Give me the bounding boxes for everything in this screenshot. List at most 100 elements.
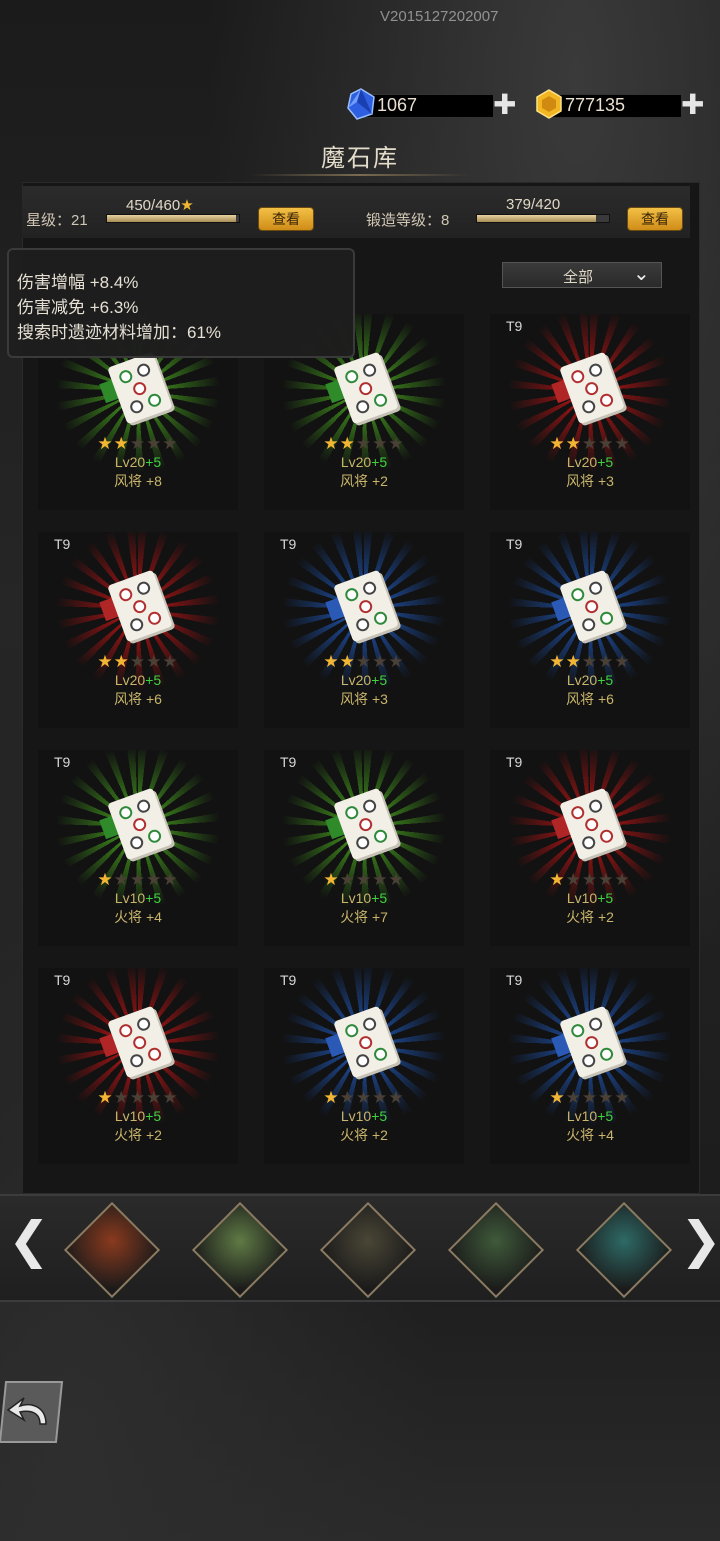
- forge-level-label: 锻造等级：8: [366, 212, 450, 229]
- star-rating: ★★★★★: [490, 1088, 690, 1108]
- star-filled-icon: ★: [323, 652, 340, 671]
- item-effect: 火将 +4: [114, 909, 162, 925]
- gold-gem-icon: [536, 89, 562, 119]
- star-view-button[interactable]: 查看: [258, 207, 314, 231]
- item-level: Lv10+5: [114, 890, 162, 906]
- mountain-zone[interactable]: [191, 1201, 289, 1299]
- add-gold-button[interactable]: ✚: [681, 91, 704, 119]
- star-empty-icon: ★: [598, 870, 615, 889]
- gold-counter: 777135 ✚: [533, 88, 713, 122]
- star-empty-icon: ★: [581, 870, 599, 889]
- volcano-zone[interactable]: [63, 1201, 161, 1299]
- next-zone-arrow[interactable]: ❯: [680, 1210, 720, 1270]
- tier-label: T9: [506, 972, 523, 988]
- tier-label: T9: [280, 972, 297, 988]
- star-rating: ★★★★★: [490, 652, 690, 672]
- star-empty-icon: ★: [129, 652, 147, 671]
- star-empty-icon: ★: [581, 434, 599, 453]
- star-empty-icon: ★: [388, 1088, 405, 1107]
- magic-stone-card[interactable]: T9 ★★★★★ Lv20+5 风将 +3: [490, 314, 690, 510]
- item-level: Lv10+5: [114, 1108, 162, 1124]
- star-empty-icon: ★: [372, 652, 389, 671]
- star-empty-icon: ★: [581, 652, 599, 671]
- magic-stone-card[interactable]: T9 ★★★★★ Lv10+5 火将 +2: [38, 968, 238, 1164]
- item-level: Lv10+5: [566, 890, 614, 906]
- star-level-label: 星级：21: [26, 212, 88, 229]
- chevron-down-icon: ⌄: [633, 263, 650, 285]
- star-empty-icon: ★: [614, 870, 631, 889]
- star-rating: ★★★★★: [38, 652, 238, 672]
- star-empty-icon: ★: [355, 434, 373, 453]
- star-empty-icon: ★: [162, 1088, 179, 1107]
- star-rating: ★★★★★: [264, 870, 464, 890]
- item-effect: 风将 +3: [566, 473, 614, 489]
- star-filled-icon: ★: [113, 434, 130, 453]
- magic-stone-card[interactable]: T9 ★★★★★ Lv20+5 风将 +6: [38, 532, 238, 728]
- title-divider: [250, 174, 470, 176]
- item-level: Lv20+5: [340, 672, 388, 688]
- star-empty-icon: ★: [565, 1088, 582, 1107]
- star-empty-icon: ★: [355, 870, 373, 889]
- bonus-tooltip: 伤害增幅 +8.4% 伤害减免 +6.3% 搜索时遗迹材料增加：61%: [7, 248, 355, 358]
- forest-zone[interactable]: [447, 1201, 545, 1299]
- magic-stone-card[interactable]: T9 ★★★★★ Lv10+5 火将 +2: [490, 750, 690, 946]
- tier-label: T9: [280, 754, 297, 770]
- prev-zone-arrow[interactable]: ❮: [8, 1210, 50, 1270]
- magic-stone-card[interactable]: T9 ★★★★★ Lv10+5 火将 +4: [490, 968, 690, 1164]
- magic-stone-card[interactable]: T9 ★★★★★ Lv10+5 火将 +4: [38, 750, 238, 946]
- star-empty-icon: ★: [129, 1088, 147, 1107]
- star-empty-icon: ★: [162, 870, 179, 889]
- tier-label: T9: [54, 536, 71, 552]
- star-rating: ★★★★★: [38, 870, 238, 890]
- item-level: Lv20+5: [114, 672, 162, 688]
- back-button[interactable]: [0, 1380, 66, 1444]
- star-filled-icon: ★: [549, 434, 566, 453]
- star-rating: ★★★★★: [38, 1088, 238, 1108]
- star-filled-icon: ★: [323, 870, 340, 889]
- item-effect: 风将 +3: [340, 691, 388, 707]
- star-filled-icon: ★: [113, 652, 130, 671]
- star-rating: ★★★★★: [490, 434, 690, 454]
- filter-selected: 全部: [563, 269, 594, 286]
- item-level: Lv20+5: [566, 672, 614, 688]
- star-rating: ★★★★★: [264, 434, 464, 454]
- item-effect: 火将 +7: [340, 909, 388, 925]
- star-empty-icon: ★: [598, 1088, 615, 1107]
- star-empty-icon: ★: [372, 434, 389, 453]
- add-gems-button[interactable]: ✚: [493, 91, 516, 119]
- magic-stone-card[interactable]: T9 ★★★★★ Lv20+5 风将 +6: [490, 532, 690, 728]
- star-empty-icon: ★: [372, 1088, 389, 1107]
- temple-zone[interactable]: [575, 1201, 673, 1299]
- star-empty-icon: ★: [581, 1088, 599, 1107]
- tier-label: T9: [506, 536, 523, 552]
- star-rating: ★★★★★: [490, 870, 690, 890]
- filter-dropdown[interactable]: 全部 ⌄: [502, 262, 662, 288]
- swamp-zone[interactable]: [319, 1201, 417, 1299]
- star-filled-icon: ★: [565, 434, 582, 453]
- item-level: Lv10+5: [340, 1108, 388, 1124]
- star-empty-icon: ★: [355, 652, 373, 671]
- magic-stone-card[interactable]: T9 ★★★★★ Lv10+5 火将 +7: [264, 750, 464, 946]
- star-progress-bar: [106, 214, 240, 223]
- tier-label: T9: [506, 318, 523, 334]
- star-empty-icon: ★: [146, 1088, 163, 1107]
- star-empty-icon: ★: [388, 870, 405, 889]
- star-rating: ★★★★★: [264, 652, 464, 672]
- star-empty-icon: ★: [129, 870, 147, 889]
- item-effect: 火将 +2: [340, 1127, 388, 1143]
- item-effect: 风将 +6: [114, 691, 162, 707]
- item-level: Lv20+5: [566, 454, 614, 470]
- gem-value: 1067: [377, 95, 418, 115]
- star-rating: ★★★★★: [264, 1088, 464, 1108]
- star-empty-icon: ★: [146, 652, 163, 671]
- magic-stone-card[interactable]: T9 ★★★★★ Lv10+5 火将 +2: [264, 968, 464, 1164]
- star-empty-icon: ★: [146, 870, 163, 889]
- item-effect: 风将 +2: [340, 473, 388, 489]
- forge-view-button[interactable]: 查看: [627, 207, 683, 231]
- star-empty-icon: ★: [162, 434, 179, 453]
- star-empty-icon: ★: [388, 652, 405, 671]
- magic-stone-card[interactable]: T9 ★★★★★ Lv20+5 风将 +3: [264, 532, 464, 728]
- forge-progress-bar: [476, 214, 610, 223]
- star-rating: ★★★★★: [38, 434, 238, 454]
- item-effect: 风将 +6: [566, 691, 614, 707]
